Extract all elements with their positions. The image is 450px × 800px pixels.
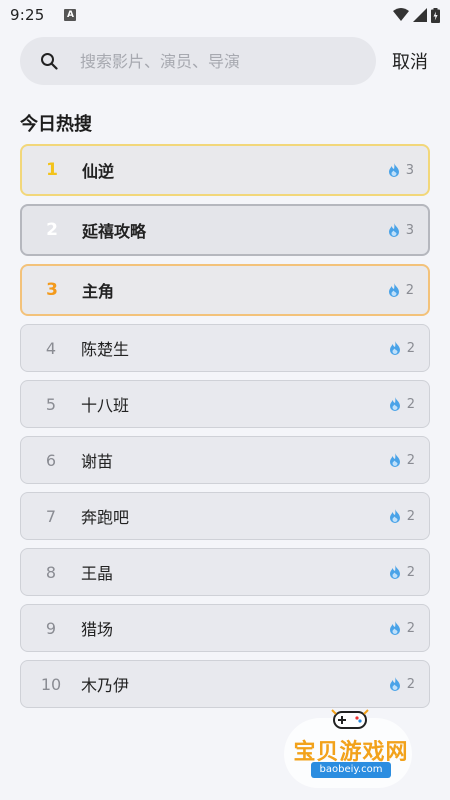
item-title: 王晶 (81, 564, 114, 583)
heat-value: 2 (406, 452, 415, 468)
notification-a-icon: A (64, 9, 77, 21)
heat-indicator: 3 (388, 223, 414, 238)
rank-number: 10 (40, 674, 62, 694)
hot-search-item[interactable]: 4 陈楚生 2 (20, 324, 430, 372)
hot-search-item[interactable]: 5 十八班 2 (20, 380, 430, 428)
flame-icon (389, 565, 400, 579)
hot-search-item[interactable]: 2 延禧攻略 3 (20, 204, 430, 256)
flame-icon (389, 677, 400, 691)
heat-value: 2 (406, 676, 415, 692)
rank-number: 4 (45, 338, 57, 358)
rank-number: 2 (46, 220, 58, 240)
heat-indicator: 2 (389, 397, 415, 412)
hot-search-item[interactable]: 7 奔跑吧 2 (20, 492, 430, 540)
heat-indicator: 2 (388, 283, 414, 298)
heat-value: 2 (406, 620, 415, 636)
rank-number: 8 (45, 562, 57, 582)
rank-number: 1 (46, 160, 58, 180)
item-title: 谢苗 (81, 452, 114, 471)
heat-value: 2 (406, 564, 415, 580)
heat-value: 2 (406, 340, 415, 356)
hot-search-item[interactable]: 6 谢苗 2 (20, 436, 430, 484)
heat-indicator: 2 (389, 453, 415, 468)
cancel-button[interactable]: 取消 (392, 48, 428, 74)
heat-value: 3 (405, 162, 414, 178)
watermark-logo: 宝贝游戏网 baobeiy.com (276, 700, 426, 795)
flame-icon (389, 341, 400, 355)
section-title: 今日热搜 (20, 114, 92, 135)
flame-icon (388, 283, 399, 297)
search-icon (38, 50, 60, 72)
search-row: 取消 (20, 37, 440, 85)
hot-search-item[interactable]: 1 仙逆 3 (20, 144, 430, 196)
rank-number: 3 (46, 280, 58, 300)
flame-icon (388, 163, 399, 177)
heat-value: 2 (405, 282, 414, 298)
wifi-icon (393, 8, 409, 21)
search-input[interactable] (80, 51, 340, 71)
watermark-url: baobeiy.com (311, 762, 391, 778)
rank-number: 9 (45, 618, 57, 638)
flame-icon (388, 223, 399, 237)
heat-indicator: 3 (388, 163, 414, 178)
item-title: 主角 (82, 282, 115, 301)
status-time: 9:25 (10, 6, 45, 24)
item-title: 陈楚生 (81, 340, 130, 359)
rank-number: 7 (45, 506, 57, 526)
item-title: 奔跑吧 (81, 508, 130, 527)
gamepad-icon (331, 709, 369, 729)
signal-icon (413, 8, 427, 22)
item-title: 延禧攻略 (82, 222, 147, 241)
rank-number: 5 (45, 394, 57, 414)
item-title: 木乃伊 (81, 676, 130, 695)
heat-value: 2 (406, 396, 415, 412)
flame-icon (389, 621, 400, 635)
heat-indicator: 2 (389, 621, 415, 636)
item-title: 十八班 (81, 396, 130, 415)
flame-icon (389, 509, 400, 523)
item-title: 猎场 (81, 620, 114, 639)
hot-search-list: 1 仙逆 3 2 延禧攻略 3 3 主角 2 4 陈楚生 2 5 十八班 2 6… (20, 144, 430, 716)
screen: 9:25 A 取消 (0, 0, 450, 800)
hot-search-item[interactable]: 8 王晶 2 (20, 548, 430, 596)
heat-value: 3 (405, 222, 414, 238)
heat-value: 2 (406, 508, 415, 524)
battery-icon (431, 7, 440, 23)
heat-indicator: 2 (389, 341, 415, 356)
flame-icon (389, 453, 400, 467)
search-box[interactable] (20, 37, 376, 85)
hot-search-item[interactable]: 3 主角 2 (20, 264, 430, 316)
heat-indicator: 2 (389, 677, 415, 692)
status-bar: 9:25 A (0, 0, 450, 30)
hot-search-item[interactable]: 9 猎场 2 (20, 604, 430, 652)
item-title: 仙逆 (82, 162, 115, 181)
status-icons (393, 7, 440, 23)
rank-number: 6 (45, 450, 57, 470)
heat-indicator: 2 (389, 509, 415, 524)
heat-indicator: 2 (389, 565, 415, 580)
flame-icon (389, 397, 400, 411)
